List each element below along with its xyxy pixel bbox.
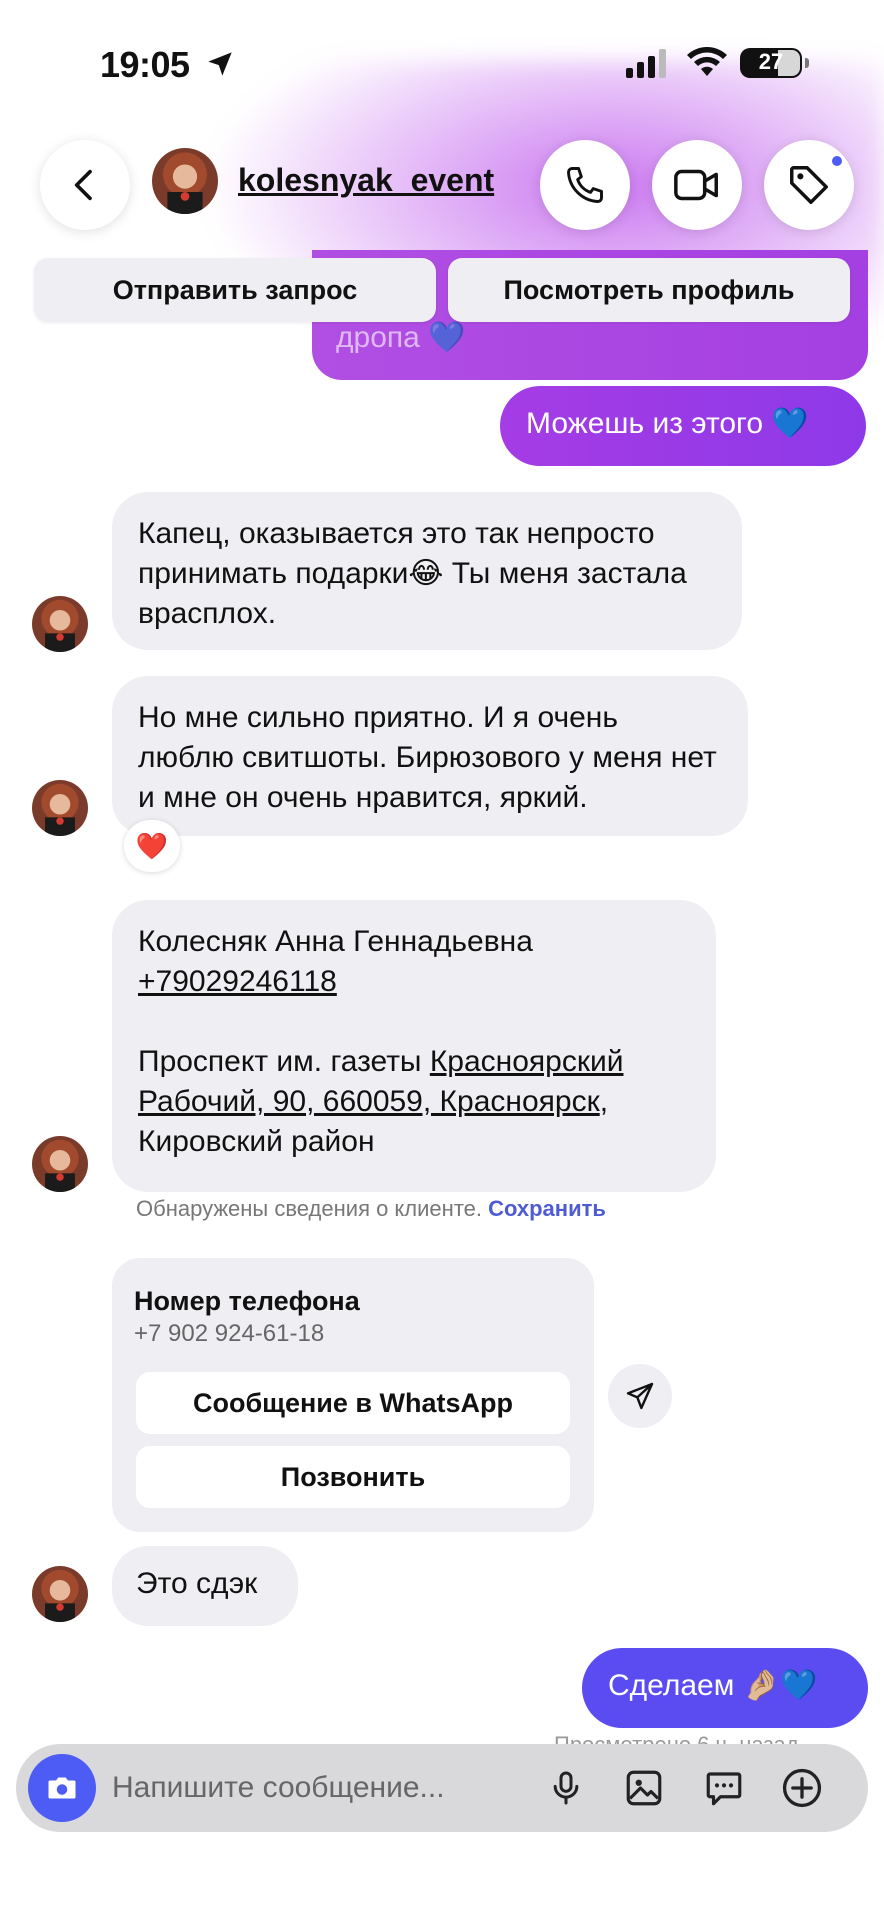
message-received[interactable]: Но мне сильно приятно. И я очень люблю с… [112, 676, 748, 836]
contact-avatar[interactable] [152, 148, 218, 214]
message-sent-partial-text: дропа 💙 [336, 321, 466, 354]
chat-header: kolesnyak_event [0, 130, 884, 240]
wifi-icon [687, 47, 727, 76]
chat-bubble-icon [706, 1772, 742, 1806]
image-icon [626, 1770, 662, 1806]
contact-card-title: Номер телефона [134, 1286, 360, 1316]
video-call-button[interactable] [652, 140, 742, 230]
message-text: Это сдэк [136, 1567, 258, 1600]
sender-avatar[interactable] [32, 1136, 88, 1192]
message-text: Можешь из этого 💙 [526, 407, 809, 440]
send-request-button[interactable]: Отправить запрос [34, 258, 436, 322]
status-bar: 19:05 27 [0, 0, 884, 130]
contact-username[interactable]: kolesnyak_event [238, 162, 494, 199]
client-name: Колесняк Анна Геннадьевна [138, 925, 533, 958]
message-text: Сделаем 🤌🏼💙 [608, 1669, 818, 1702]
camera-button[interactable] [28, 1754, 96, 1822]
label-button[interactable] [764, 140, 854, 230]
sender-avatar[interactable] [32, 1566, 88, 1622]
gallery-button[interactable] [620, 1764, 668, 1812]
share-button[interactable] [608, 1364, 672, 1428]
view-profile-button[interactable]: Посмотреть профиль [448, 258, 850, 322]
battery-level: 27 [758, 49, 784, 74]
microphone-button[interactable] [542, 1764, 590, 1812]
chevron-left-icon [74, 169, 92, 201]
call-button[interactable]: Позвонить [136, 1446, 570, 1508]
audio-call-button[interactable] [540, 140, 630, 230]
phone-icon [567, 167, 603, 203]
status-time: 19:05 [100, 44, 190, 85]
video-camera-icon [674, 169, 718, 201]
sticker-button[interactable] [700, 1764, 748, 1812]
message-input[interactable] [112, 1762, 452, 1814]
cellular-signal-icon [626, 49, 666, 78]
address-prefix: Проспект им. газеты [138, 1045, 430, 1078]
back-button[interactable] [40, 140, 130, 230]
contact-card-phone: +7 902 924-61-18 [134, 1320, 325, 1347]
message-received[interactable]: Это сдэк [112, 1546, 298, 1626]
message-composer [16, 1744, 868, 1832]
message-sent[interactable]: Сделаем 🤌🏼💙 [582, 1648, 868, 1728]
paper-plane-icon [626, 1382, 654, 1410]
heart-reaction[interactable]: ❤️ [124, 820, 180, 872]
plus-circle-icon [782, 1768, 822, 1808]
location-arrow-icon [208, 52, 232, 76]
whatsapp-message-button[interactable]: Сообщение в WhatsApp [136, 1372, 570, 1434]
client-info-text: Обнаружены сведения о клиенте. [136, 1196, 489, 1221]
save-client-info-link[interactable]: Сохранить [488, 1196, 606, 1221]
client-phone-link[interactable]: +79029246118 [138, 962, 690, 1002]
microphone-icon [553, 1771, 579, 1805]
message-received[interactable]: Капец, оказывается это так непросто прин… [112, 492, 742, 650]
phone-contact-card: Номер телефона +7 902 924-61-18 Сообщени… [112, 1258, 594, 1532]
sender-avatar[interactable] [32, 596, 88, 652]
message-sent[interactable]: Можешь из этого 💙 [500, 386, 866, 466]
add-button[interactable] [778, 1764, 826, 1812]
battery-icon: 27 [740, 48, 809, 78]
message-received-contact-details[interactable]: Колесняк Анна Геннадьевна +79029246118 П… [112, 900, 716, 1192]
notification-dot [830, 154, 844, 168]
sender-avatar[interactable] [32, 780, 88, 836]
message-text: Капец, оказывается это так непросто прин… [138, 517, 687, 630]
tag-icon [790, 166, 828, 204]
client-info-notice: Обнаружены сведения о клиенте. Сохранить [136, 1196, 606, 1222]
camera-icon [48, 1777, 76, 1799]
message-text: Но мне сильно приятно. И я очень люблю с… [138, 701, 717, 814]
